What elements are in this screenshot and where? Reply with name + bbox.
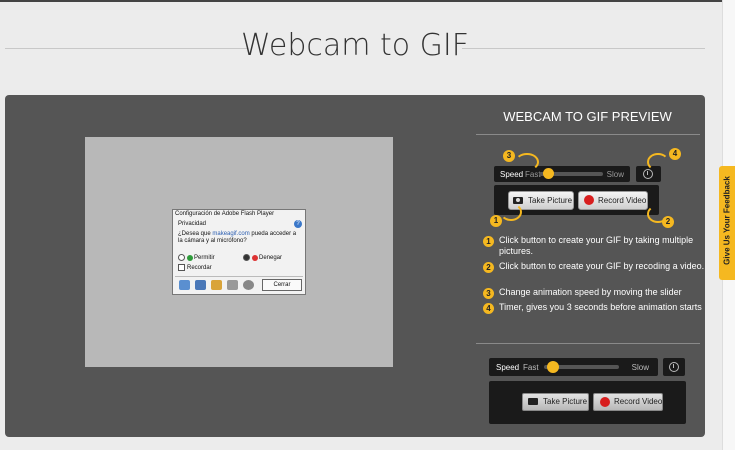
take-picture-button[interactable]: Take Picture [522,393,589,411]
deny-label: Denegar [259,255,283,262]
help-icon[interactable]: ? [294,220,302,228]
callout-arrow-1 [500,203,522,221]
webcam-feed: Configuración de Adobe Flash Player Priv… [85,137,393,367]
callout-1: 1 [490,215,502,227]
preview-speed-bar: Speed Fast Slow [494,166,630,182]
callout-3: 3 [503,150,515,162]
record-video-button[interactable]: Record Video [593,393,663,411]
preview-take-picture-label: Take Picture [528,196,573,205]
record-icon [584,195,594,205]
speed-slider[interactable]: Speed Fast Slow [489,358,658,376]
question-prefix: ¿Desea que [178,231,211,237]
remember-option[interactable]: Recordar [178,264,212,271]
page-title: Webcam to GIF [240,28,470,63]
timer-icon [669,362,679,372]
fast-label: Fast [523,363,539,372]
display-settings-icon[interactable] [179,280,190,290]
preview-speed-label: Speed [500,170,524,179]
remember-label: Recordar [187,265,212,272]
question-link[interactable]: makeagif.com [212,231,249,237]
controls-divider [476,343,700,344]
camera-settings-icon[interactable] [243,280,254,290]
flash-dialog-heading: Privacidad [178,221,207,227]
deny-option[interactable]: Denegar [243,254,282,261]
preview-slow-label: Slow [606,170,624,179]
allow-radio[interactable] [178,254,185,261]
step-number: 3 [483,288,494,299]
timer-button[interactable] [663,358,685,376]
speed-slider-knob[interactable] [547,361,559,373]
step-number: 4 [483,303,494,314]
speed-label: Speed [496,363,520,372]
flash-dialog-question: ¿Desea que makeagif.com pueda acceder a … [178,231,298,245]
microphone-settings-icon[interactable] [227,280,238,290]
allow-label: Permitir [194,255,215,262]
preview-title: WEBCAM TO GIF PREVIEW [503,109,672,124]
capture-button-bar: Take Picture Record Video [489,381,686,424]
feedback-label: Give Us Your Feedback [722,176,732,265]
title-divider-right [462,48,705,49]
step-text: Timer, gives you 3 seconds before animat… [499,302,702,312]
remember-checkbox[interactable] [178,264,185,271]
slow-label: Slow [631,363,649,372]
record-icon [600,397,610,407]
flash-privacy-dialog: Configuración de Adobe Flash Player Priv… [172,209,306,295]
record-video-label: Record Video [614,397,663,406]
deny-icon [252,254,258,261]
camera-icon [528,398,538,405]
deny-radio[interactable] [243,254,250,261]
close-button[interactable]: Cerrar [262,279,302,291]
flash-dialog-title: Configuración de Adobe Flash Player [175,211,275,217]
step-text: Click button to create your GIF by recod… [499,261,705,271]
top-border [0,0,724,2]
step-text: Click button to create your GIF by takin… [499,235,694,256]
step-number: 1 [483,236,494,247]
callout-arrow-3 [515,153,539,171]
step-text: Change animation speed by moving the sli… [499,287,682,297]
take-picture-label: Take Picture [543,397,588,406]
preview-speed-knob [543,168,554,179]
feedback-tab[interactable]: Give Us Your Feedback [719,166,735,280]
callout-4: 4 [669,148,681,160]
webcam-panel: Configuración de Adobe Flash Player Priv… [5,95,705,437]
allow-icon [187,254,193,261]
preview-record-video-label: Record Video [598,196,647,205]
storage-settings-icon[interactable] [211,280,222,290]
callout-arrow-2 [647,205,669,223]
preview-record-video: Record Video [578,191,648,210]
timer-icon [643,169,653,179]
preview-divider-top [476,134,700,135]
allow-option[interactable]: Permitir [178,254,215,261]
privacy-settings-icon[interactable] [195,280,206,290]
callout-arrow-4 [647,153,669,171]
step-number: 2 [483,262,494,273]
